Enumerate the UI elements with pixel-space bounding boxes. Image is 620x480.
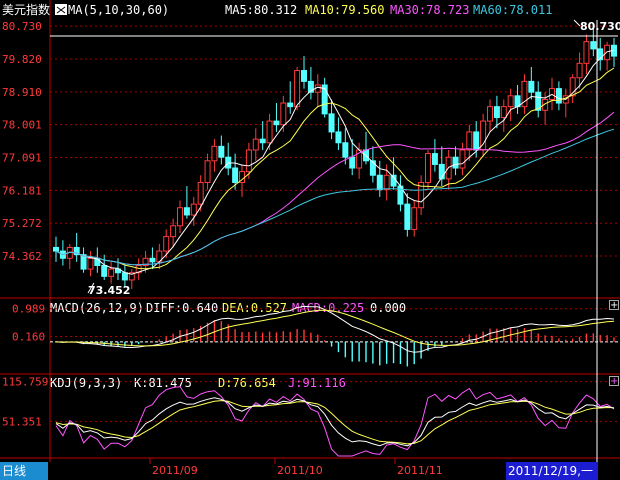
candle-down <box>473 131 480 151</box>
y-tick-label: 78.910 <box>2 86 42 99</box>
candle-up <box>411 207 418 230</box>
ma10-value: MA10:79.560 <box>305 3 384 17</box>
candle-up <box>190 203 197 216</box>
stock-chart: 80.730 79.820 78.910 78.001 77.091 76.181 75.2… <box>0 0 620 477</box>
y-tick-label: 76.181 <box>2 184 42 197</box>
candle-up <box>87 257 94 270</box>
candle-up <box>245 149 252 173</box>
candle-up <box>211 145 218 162</box>
candle-up <box>170 225 177 238</box>
candle-down <box>493 106 500 118</box>
candle-down <box>590 41 597 50</box>
candle-up <box>163 236 170 252</box>
y-tick-label: 115.759 <box>2 376 48 389</box>
candle-down <box>183 207 190 216</box>
y-tick-label: 80.730 <box>2 20 42 33</box>
kdj-params-label: KDJ(9,3,3) <box>50 376 122 390</box>
candle-up <box>604 44 611 61</box>
candle-down <box>121 272 128 281</box>
ma30-value: MA30:78.723 <box>390 3 469 17</box>
ma60-value: MA60:78.011 <box>473 3 552 17</box>
candle-up <box>425 153 431 183</box>
high-annotation: 80.730 <box>580 20 620 33</box>
candle-up <box>500 106 507 118</box>
candle-down <box>349 156 356 169</box>
candle-up <box>280 102 287 126</box>
candle-up <box>507 95 514 108</box>
candle-up <box>294 70 301 108</box>
candle-up <box>108 268 115 277</box>
ma10-line <box>55 67 615 270</box>
kdj-expand-button[interactable]: + <box>609 376 619 387</box>
y-tick-label: 78.001 <box>2 119 42 132</box>
kdj-y-axis: 115.759 51.351 <box>2 376 48 429</box>
kdj-j-value: J:91.116 <box>288 376 346 390</box>
candle-down <box>452 156 459 169</box>
price-grid <box>50 25 618 257</box>
candle-down <box>259 138 266 144</box>
candle-up <box>459 149 466 169</box>
candle-down <box>335 131 342 144</box>
date-axis: 2011/09 2011/10 2011/11 <box>149 458 443 477</box>
low-annotation: 73.452 <box>88 284 130 297</box>
candle-up <box>466 131 473 151</box>
kdj-header: KDJ(9,3,3) K:81.475 D:76.654 J:91.116 <box>50 376 346 390</box>
ma5-value: MA5:80.312 <box>225 3 297 17</box>
kdj-d-value: D:76.654 <box>218 376 276 390</box>
period-selector[interactable]: 日线 <box>0 462 48 480</box>
panel-frames <box>0 0 620 462</box>
candle-down <box>218 145 225 158</box>
candle-down <box>528 80 535 93</box>
macd-zero-value: 0.000 <box>370 301 406 315</box>
candle-down <box>555 88 562 104</box>
candle-down <box>376 174 383 191</box>
candle-down <box>431 153 438 165</box>
candle-up <box>383 174 390 191</box>
candle-down <box>232 167 239 183</box>
candle-down <box>301 70 307 82</box>
macd-expand-button[interactable]: + <box>609 300 619 311</box>
y-tick-label: 51.351 <box>2 415 42 428</box>
y-tick-label: 74.362 <box>2 250 42 263</box>
x-tick-label: 2011/11 <box>397 464 443 477</box>
candle-down <box>369 160 376 176</box>
x-tick-label: 2011/09 <box>152 464 198 477</box>
candle-up <box>583 41 590 64</box>
y-tick-label: 77.091 <box>2 152 42 165</box>
macd-params-label: MACD(26,12,9) <box>50 301 144 315</box>
y-tick-label: 0.160 <box>12 331 45 344</box>
price-header: 美元指数 MA(5,10,30,60) MA5:80.312 MA10:79.5… <box>2 2 552 17</box>
candle-down <box>342 142 349 158</box>
macd-header: MACD(26,12,9) DIFF:0.640 DEA:0.527 MACD:… <box>50 301 406 315</box>
y-tick-label: 79.820 <box>2 53 42 66</box>
candle-up <box>252 138 259 151</box>
candle-up <box>576 62 583 79</box>
candle-down <box>273 120 280 126</box>
ma60-line <box>55 128 615 266</box>
candle-down <box>149 257 156 263</box>
x-tick-label: 2011/10 <box>277 464 323 477</box>
macd-diff-value: DIFF:0.640 <box>146 301 218 315</box>
macd-y-axis: 0.989 0.160 <box>12 303 45 344</box>
kdj-k-value: K:81.475 <box>134 376 192 390</box>
candle-down <box>328 113 335 133</box>
ma-params-label: MA(5,10,30,60) <box>68 3 169 17</box>
candle-up <box>266 120 273 144</box>
y-tick-label: 0.989 <box>12 303 45 316</box>
instrument-title: 美元指数 <box>2 2 50 17</box>
candle-down <box>404 203 411 230</box>
candle-up <box>487 106 493 122</box>
price-y-axis: 80.730 79.820 78.910 78.001 77.091 76.181 75.2… <box>2 20 42 263</box>
macd-histogram <box>62 320 615 367</box>
candle-down <box>101 265 108 277</box>
candle-down <box>53 246 59 252</box>
candle-down <box>287 102 294 108</box>
candle-up <box>204 160 211 183</box>
candle-up <box>177 207 183 227</box>
ma30-line <box>55 111 615 266</box>
y-tick-label: 75.272 <box>2 217 42 230</box>
candle-up <box>197 181 204 205</box>
cursor-date-label: 2011/12/19,一 <box>506 462 598 480</box>
